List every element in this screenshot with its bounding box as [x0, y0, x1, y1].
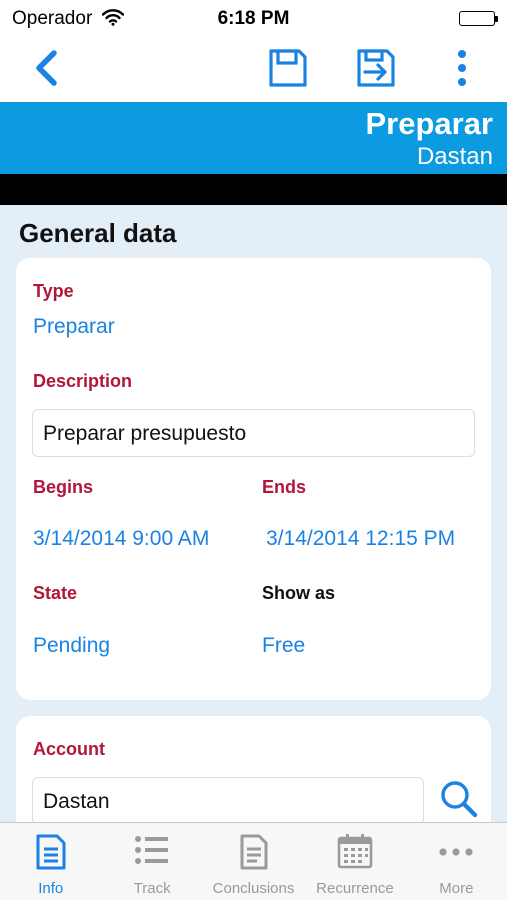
tab-conclusions[interactable]: Conclusions	[203, 823, 304, 900]
calendar-icon	[304, 833, 405, 873]
record-subtitle: Dastan	[416, 143, 493, 170]
account-label: Account	[33, 739, 105, 759]
description-field[interactable]: Preparar presupuesto	[32, 409, 475, 457]
account-search-button[interactable]	[436, 776, 482, 822]
tab-label: Info	[38, 880, 64, 897]
vertical-ellipsis-icon	[458, 50, 466, 86]
ends-value[interactable]: 3/14/2014 12:15 PM	[266, 527, 455, 551]
clock: 6:18 PM	[217, 8, 290, 29]
show-as-value[interactable]: Free	[262, 634, 305, 658]
account-card: Account Dastan	[16, 716, 491, 822]
save-and-exit-button[interactable]	[350, 44, 402, 92]
account-field[interactable]: Dastan	[32, 777, 424, 822]
record-title: Preparar	[365, 106, 493, 141]
more-options-button[interactable]	[442, 44, 482, 92]
tab-bar: Info Track Conclusions Recurrence More	[0, 822, 507, 900]
search-icon	[441, 781, 478, 818]
type-label: Type	[33, 281, 74, 301]
battery-icon	[459, 11, 498, 26]
tab-more[interactable]: More	[406, 823, 507, 900]
show-as-label: Show as	[262, 583, 336, 603]
tab-track[interactable]: Track	[101, 823, 202, 900]
type-value[interactable]: Preparar	[33, 315, 115, 339]
tab-info[interactable]: Info	[0, 823, 101, 900]
document-icon	[0, 833, 101, 873]
back-button[interactable]	[26, 44, 66, 92]
state-value[interactable]: Pending	[33, 634, 110, 658]
chevron-left-icon	[36, 50, 57, 86]
more-icon	[406, 833, 507, 873]
notes-icon	[203, 833, 304, 873]
tab-label: Track	[133, 880, 171, 897]
tab-label: Recurrence	[316, 880, 394, 897]
navigation-bar	[0, 36, 507, 102]
section-title: General data	[19, 218, 177, 248]
header-divider	[0, 174, 507, 205]
begins-value[interactable]: 3/14/2014 9:00 AM	[33, 527, 209, 551]
status-bar: Operador 6:18 PM	[0, 0, 507, 36]
form-content[interactable]: General data Type Preparar Description P…	[0, 205, 507, 822]
tab-label: More	[439, 880, 474, 897]
description-label: Description	[33, 371, 133, 391]
begins-label: Begins	[33, 477, 94, 497]
save-exit-icon	[357, 49, 395, 87]
list-icon	[101, 833, 202, 873]
state-label: State	[33, 583, 78, 603]
tab-label: Conclusions	[212, 880, 295, 897]
ends-label: Ends	[262, 477, 307, 497]
general-data-card: Type Preparar Description Preparar presu…	[16, 258, 491, 700]
save-button[interactable]	[262, 44, 314, 92]
tab-recurrence[interactable]: Recurrence	[304, 823, 405, 900]
record-header: Preparar Dastan	[0, 102, 507, 174]
floppy-disk-icon	[269, 49, 307, 87]
